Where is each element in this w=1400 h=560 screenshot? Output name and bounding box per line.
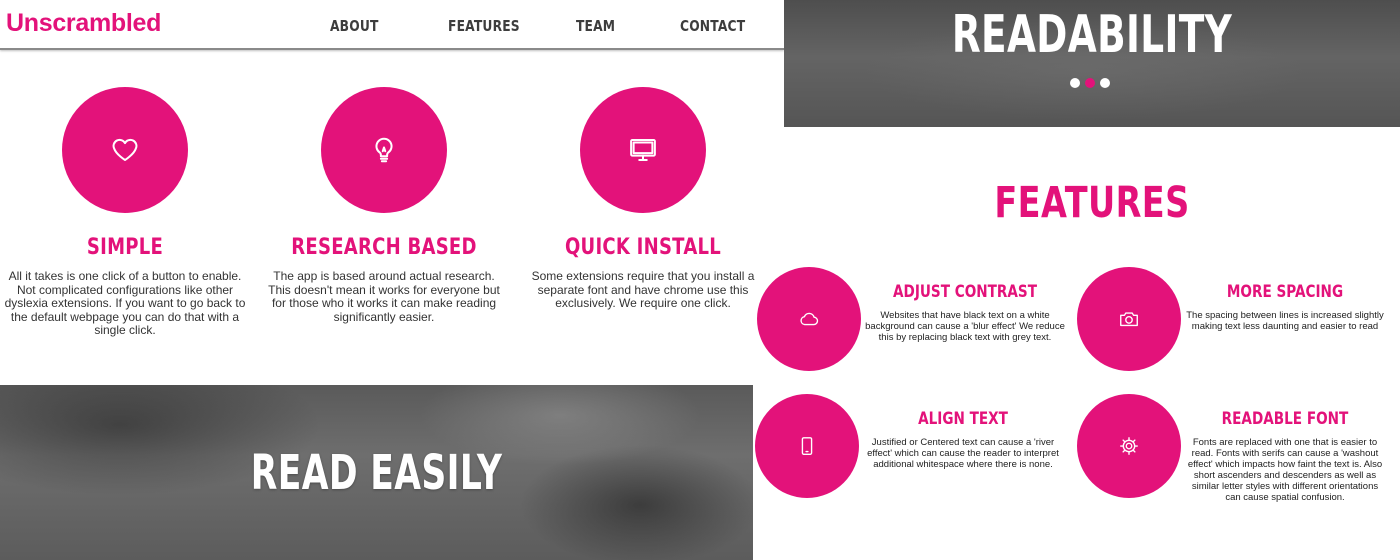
nav-link-about[interactable]: ABOUT (330, 17, 379, 35)
feature-readable-font: READABLE FONT Fonts are replaced with on… (1077, 394, 1387, 503)
slider-dot-1[interactable] (1070, 78, 1080, 88)
left-page: Unscrambled ABOUT FEATURES TEAM CONTACT … (0, 0, 784, 560)
read-easily-banner: READ EASILY (0, 385, 753, 560)
feature-title: MORE SPACING (1226, 282, 1344, 302)
feature-body: ADJUST CONTRAST Websites that have black… (865, 282, 1065, 343)
feature-description: Some extensions require that you install… (531, 269, 755, 310)
camera-icon (1120, 312, 1138, 327)
nav-link-features[interactable]: FEATURES (448, 17, 520, 35)
top-navbar: Unscrambled ABOUT FEATURES TEAM CONTACT (0, 0, 784, 50)
readability-banner: READABILITY (784, 0, 1400, 127)
feature-title: QUICK INSTALL (564, 235, 722, 260)
feature-circle (321, 87, 447, 213)
feature-circle (757, 267, 861, 371)
tablet-icon (801, 437, 813, 455)
feature-description: Justified or Centered text can cause a '… (867, 437, 1059, 470)
feature-circle (755, 394, 859, 498)
feature-description: Websites that have black text on a white… (865, 310, 1065, 343)
feature-circle (62, 87, 188, 213)
feature-description: The app is based around actual research.… (268, 269, 500, 324)
feature-description: The spacing between lines is increased s… (1186, 310, 1384, 332)
nav-link-contact[interactable]: CONTACT (680, 17, 745, 35)
feature-title: ALIGN TEXT (918, 409, 1008, 429)
feature-align-text: ALIGN TEXT Justified or Centered text ca… (755, 394, 1065, 498)
heart-icon (112, 138, 138, 161)
feature-body: ALIGN TEXT Justified or Centered text ca… (863, 409, 1063, 470)
right-page: READABILITY FEATURES ADJUST CONTRAST Web… (755, 0, 1400, 560)
lightbulb-icon (375, 137, 393, 163)
feature-more-spacing: MORE SPACING The spacing between lines i… (1077, 267, 1387, 371)
readability-heading: READABILITY (951, 5, 1233, 65)
feature-body: MORE SPACING The spacing between lines i… (1185, 282, 1385, 332)
feature-adjust-contrast: ADJUST CONTRAST Websites that have black… (757, 267, 1067, 371)
monitor-icon (630, 139, 656, 161)
feature-title: SIMPLE (86, 235, 164, 260)
cloud-icon (800, 312, 819, 326)
feature-description: All it takes is one click of a button to… (4, 269, 246, 337)
nav-link-team[interactable]: TEAM (576, 17, 615, 35)
feature-column-install: QUICK INSTALL Some extensions require th… (518, 87, 768, 311)
feature-circle (1077, 394, 1181, 498)
feature-circle (580, 87, 706, 213)
feature-title: RESEARCH BASED (291, 235, 477, 260)
feature-body: READABLE FONT Fonts are replaced with on… (1185, 409, 1385, 503)
feature-column-simple: SIMPLE All it takes is one click of a bu… (0, 87, 250, 338)
feature-description: Fonts are replaced with one that is easi… (1187, 437, 1383, 503)
read-easily-heading: READ EASILY (250, 445, 503, 501)
features-heading: FEATURES (994, 178, 1190, 228)
slider-dot-3[interactable] (1100, 78, 1110, 88)
slider-dot-2-active[interactable] (1085, 78, 1095, 88)
feature-title: ADJUST CONTRAST (893, 282, 1037, 302)
gear-icon (1120, 437, 1138, 455)
logo[interactable]: Unscrambled (6, 9, 161, 38)
feature-column-research: RESEARCH BASED The app is based around a… (259, 87, 509, 324)
feature-circle (1077, 267, 1181, 371)
feature-title: READABLE FONT (1221, 409, 1349, 429)
